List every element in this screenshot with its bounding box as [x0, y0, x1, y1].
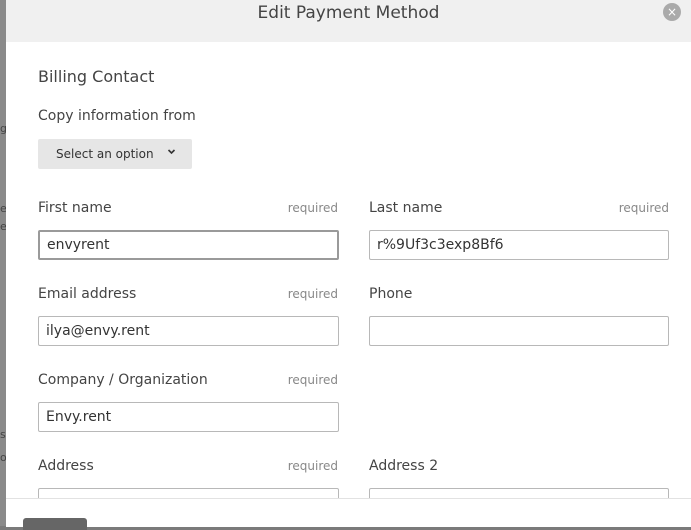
- close-icon[interactable]: ×: [663, 3, 681, 21]
- dialog-footer: [6, 498, 691, 530]
- first-name-field[interactable]: [38, 230, 339, 260]
- email-label: Email address: [38, 286, 137, 302]
- dialog-header: Edit Payment Method ×: [6, 0, 691, 42]
- last-name-field[interactable]: [369, 230, 669, 260]
- address-2-label: Address 2: [369, 458, 439, 474]
- email-required: required: [287, 287, 338, 301]
- first-name-label: First name: [38, 200, 112, 216]
- footer-button[interactable]: [23, 518, 87, 530]
- dialog-title: Edit Payment Method: [257, 3, 440, 23]
- company-required: required: [287, 373, 338, 387]
- company-label: Company / Organization: [38, 372, 208, 388]
- copy-information-select[interactable]: Select an option: [38, 139, 192, 169]
- last-name-label: Last name: [369, 200, 443, 216]
- last-name-required: required: [618, 201, 669, 215]
- billing-contact-heading: Billing Contact: [38, 67, 155, 86]
- company-field[interactable]: [38, 402, 339, 432]
- backdrop-text-fragment: s: [0, 428, 6, 441]
- address-required: required: [287, 459, 338, 473]
- address-label: Address: [38, 458, 94, 474]
- address-2-field[interactable]: [369, 488, 669, 498]
- edit-payment-method-dialog: Edit Payment Method × Billing Contact Co…: [6, 0, 691, 498]
- address-field[interactable]: [38, 488, 339, 498]
- copy-information-label: Copy information from: [38, 108, 196, 124]
- copy-information-select-value: Select an option: [56, 147, 154, 161]
- chevron-down-icon: [167, 147, 176, 159]
- phone-label: Phone: [369, 286, 413, 302]
- phone-field[interactable]: [369, 316, 669, 346]
- first-name-required: required: [287, 201, 338, 215]
- email-field[interactable]: [38, 316, 339, 346]
